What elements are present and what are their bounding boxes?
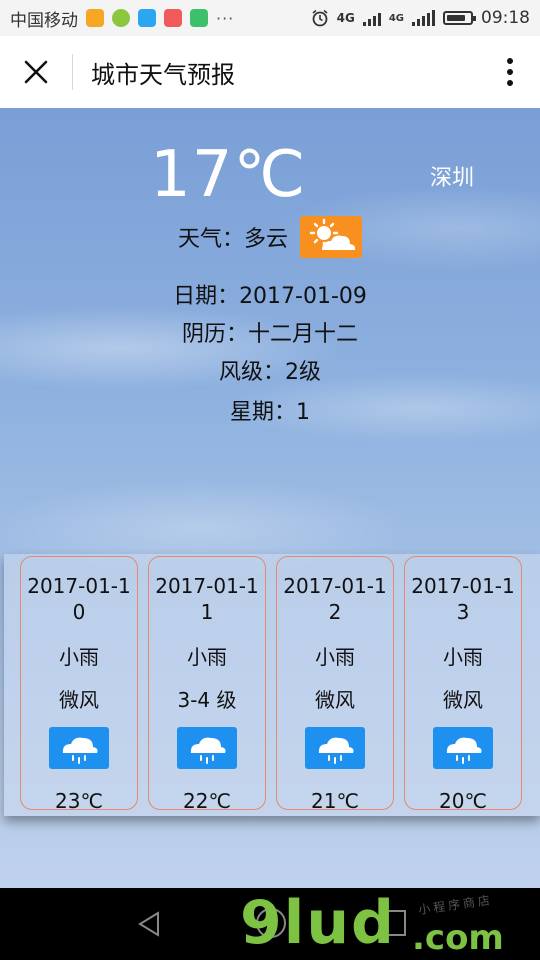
date-row: 日期：2017-01-09 [173,284,367,309]
page-title: 城市天气预报 [91,60,235,89]
carrier-name: 中国移动 [10,10,78,31]
notification-app-icon [164,9,182,27]
rain-icon [305,727,365,769]
battery-icon [443,11,476,25]
current-temperature: 17℃ [150,138,307,212]
forecast-temperature: 21℃ [311,789,359,813]
status-bar: 中国移动 ··· 4G 4G 09:18 [0,0,540,36]
clock: 09:18 [481,8,530,28]
forecast-wind: 微风 [443,688,483,712]
forecast-wind: 3-4 级 [177,688,237,712]
wind-level-row: 风级：2级 [219,360,321,385]
notification-app-icon [112,9,130,27]
rain-icon [177,727,237,769]
forecast-card[interactable]: 2017-01-11 小雨 3-4 级 22℃ [148,556,266,813]
more-options-button[interactable] [480,36,540,108]
weather-panel: 17℃ 深圳 天气：多云 日期：2017-01-09 阴历：十二月十二 风级：2… [0,108,540,888]
weekday-row: 星期：1 [230,400,310,425]
notification-app-icon [138,9,156,27]
close-button[interactable] [0,36,72,108]
back-icon[interactable] [136,910,162,938]
watermark-logo: 9lud [240,888,396,958]
rain-icon [433,727,493,769]
forecast-condition: 小雨 [315,645,355,669]
forecast-temperature: 20℃ [439,789,487,813]
title-bar: 城市天气预报 [0,36,540,109]
network-type-secondary: 4G [388,12,404,24]
partly-cloudy-icon [300,216,362,258]
forecast-date: 2017-01-10 [27,574,131,624]
notification-app-icon [86,9,104,27]
close-icon [24,60,48,84]
forecast-temperature: 23℃ [55,789,103,813]
notification-app-icon [190,9,208,27]
rain-icon [49,727,109,769]
more-notifications-icon: ··· [216,8,235,28]
weather-condition: 天气：多云 [177,227,288,252]
weather-row: 天气：多云 [0,216,540,258]
watermark-domain: .com [412,918,504,958]
forecast-date: 2017-01-13 [411,574,515,624]
signal-icon [412,10,435,26]
forecast-date: 2017-01-12 [283,574,387,624]
signal-icon [362,10,381,26]
more-vertical-icon [507,58,513,86]
network-type: 4G [336,11,355,25]
forecast-condition: 小雨 [59,645,99,669]
forecast-condition: 小雨 [443,645,483,669]
forecast-card[interactable]: 2017-01-13 小雨 微风 20℃ [404,556,522,813]
forecast-wind: 微风 [59,688,99,712]
forecast-condition: 小雨 [187,645,227,669]
lunar-date-row: 阴历：十二月十二 [181,322,358,347]
forecast-temperature: 22℃ [183,789,231,813]
forecast-card[interactable]: 2017-01-12 小雨 微风 21℃ [276,556,394,813]
forecast-wind: 微风 [315,688,355,712]
title-divider [72,54,73,90]
forecast-date: 2017-01-11 [155,574,259,624]
forecast-card[interactable]: 2017-01-10 小雨 微风 23℃ [20,556,138,813]
city-name[interactable]: 深圳 [430,160,474,192]
alarm-icon [312,9,328,27]
